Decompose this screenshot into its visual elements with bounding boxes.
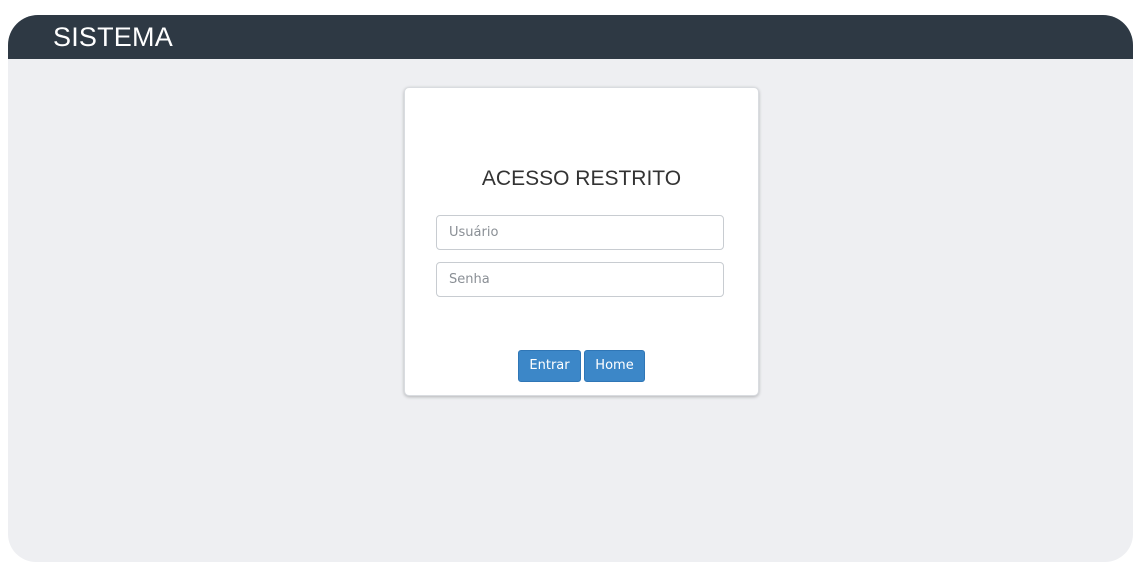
username-input[interactable] [436,215,724,250]
login-button[interactable]: Entrar [518,350,581,382]
home-button[interactable]: Home [584,350,645,382]
login-heading: ACESSO RESTRITO [481,167,682,190]
app-window: SISTEMA ACESSO RESTRITO Entrar Home [8,15,1133,562]
top-bar: SISTEMA [8,15,1133,59]
password-input[interactable] [436,262,724,297]
app-title: SISTEMA [53,22,173,52]
login-card: ACESSO RESTRITO Entrar Home [404,87,759,396]
